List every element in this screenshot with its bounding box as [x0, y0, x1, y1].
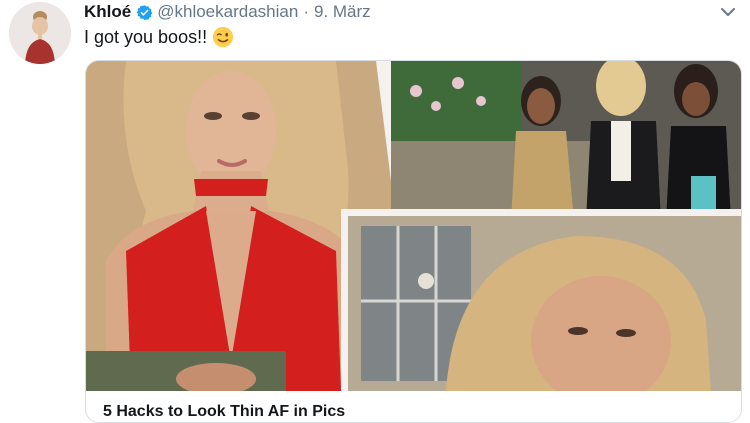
tweet-date[interactable]: 9. März — [314, 2, 371, 22]
winking-face-icon — [213, 26, 234, 48]
user-handle[interactable]: @khloekardashian — [157, 2, 298, 22]
tweet-header: Khloé @khloekardashian · 9. März — [84, 0, 371, 24]
card-title-bar: 5 Hacks to Look Thin AF in Pics — [86, 391, 741, 422]
tweet-text: I got you boos!! — [84, 26, 234, 48]
link-card[interactable]: 5 Hacks to Look Thin AF in Pics — [85, 60, 742, 423]
chevron-down-icon[interactable] — [718, 2, 738, 22]
card-image — [86, 61, 741, 391]
card-photo-collage — [86, 61, 741, 391]
card-title[interactable]: 5 Hacks to Look Thin AF in Pics — [103, 403, 345, 421]
display-name[interactable]: Khloé — [84, 2, 131, 22]
separator-dot: · — [303, 2, 309, 21]
avatar[interactable] — [9, 2, 71, 64]
avatar-image — [9, 2, 71, 64]
tweet-text-content: I got you boos!! — [84, 26, 208, 47]
verified-badge-icon — [136, 4, 153, 20]
tweet: Khloé @khloekardashian · 9. März I got y… — [0, 0, 750, 423]
